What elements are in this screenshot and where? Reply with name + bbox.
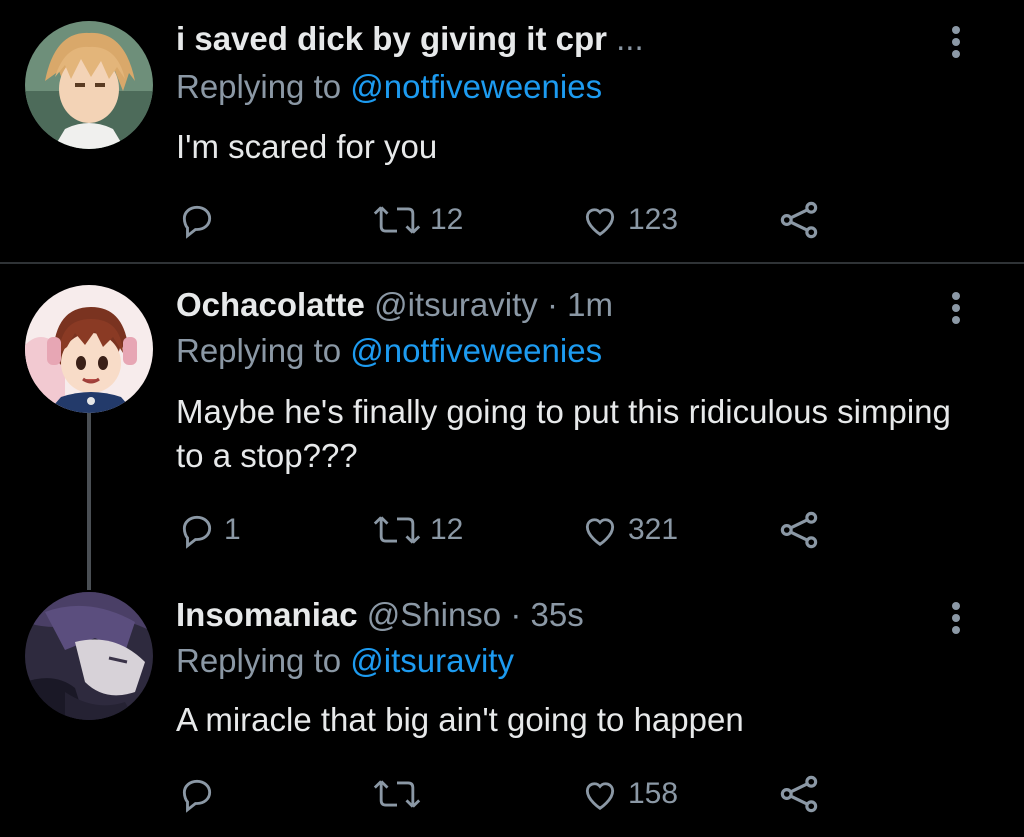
reply-icon [182,515,212,549]
share-button[interactable] [778,508,820,552]
replying-to-mention[interactable]: @notfiveweenies [350,68,602,105]
reply-button[interactable] [178,772,224,816]
display-name[interactable]: Ochacolatte [176,286,365,323]
replying-to-label: Replying to [176,68,351,105]
avatar[interactable] [25,285,153,413]
tweet-header: Insomaniac @Shinso · 35s [176,596,584,634]
share-button[interactable] [778,198,820,242]
retweet-count: 12 [430,203,464,236]
retweet-icon [373,780,421,808]
reply-button[interactable]: 1 [178,508,241,552]
more-options-icon[interactable] [944,288,968,328]
reply-icon [182,779,212,813]
share-button[interactable] [778,772,820,816]
retweet-icon [373,206,421,234]
replying-to-label: Replying to [176,332,351,369]
like-button[interactable]: 123 [580,198,678,242]
reply-button[interactable] [178,198,224,242]
user-handle[interactable]: @itsuravity [374,286,538,323]
share-icon [780,511,818,549]
display-name[interactable]: Insomaniac [176,596,358,633]
heart-icon [585,208,615,236]
display-name[interactable]: i saved dick by giving it cpr [176,20,607,57]
tweet-3[interactable]: Insomaniac @Shinso · 35s Replying to @it… [0,574,1024,837]
share-icon [780,775,818,813]
replying-to: Replying to @itsuravity [176,642,514,680]
retweet-button[interactable]: 12 [372,508,463,552]
timestamp: · 35s [510,596,584,633]
user-handle[interactable]: @Shinso [367,596,501,633]
retweet-button[interactable]: 12 [372,198,463,242]
replying-to-mention[interactable]: @notfiveweenies [350,332,602,369]
more-options-icon[interactable] [944,598,968,638]
heart-icon [585,782,615,810]
reply-icon [182,205,212,239]
tweet-1[interactable]: i saved dick by giving it cpr ... Replyi… [0,0,1024,262]
tweet-text: I'm scared for you [176,128,438,165]
replying-to: Replying to @notfiveweenies [176,68,602,106]
heart-icon [585,518,615,546]
like-count: 158 [628,777,679,810]
like-count: 321 [628,513,679,546]
like-count: 123 [628,203,679,236]
like-button[interactable]: 321 [580,508,678,552]
avatar[interactable] [25,21,153,149]
tweet-header: Ochacolatte @itsuravity · 1m [176,286,613,324]
name-ellipsis: ... [606,20,644,57]
avatar[interactable] [25,592,153,720]
replying-to-label: Replying to [176,642,351,679]
tweet-text: Maybe he's finally going to put this rid… [176,393,951,474]
tweet-2[interactable]: Ochacolatte @itsuravity · 1m Replying to… [0,264,1024,574]
replying-to: Replying to @notfiveweenies [176,332,602,370]
more-options-icon[interactable] [944,22,968,62]
like-button[interactable]: 158 [580,772,678,816]
tweet-text: A miracle that big ain't going to happen [176,701,744,738]
retweet-button[interactable] [372,772,430,816]
share-icon [780,201,818,239]
tweet-header: i saved dick by giving it cpr ... [176,20,644,58]
replying-to-mention[interactable]: @itsuravity [350,642,514,679]
retweet-count: 12 [430,513,464,546]
retweet-icon [373,516,421,544]
timestamp: · 1m [546,286,613,323]
reply-count: 1 [224,513,241,546]
